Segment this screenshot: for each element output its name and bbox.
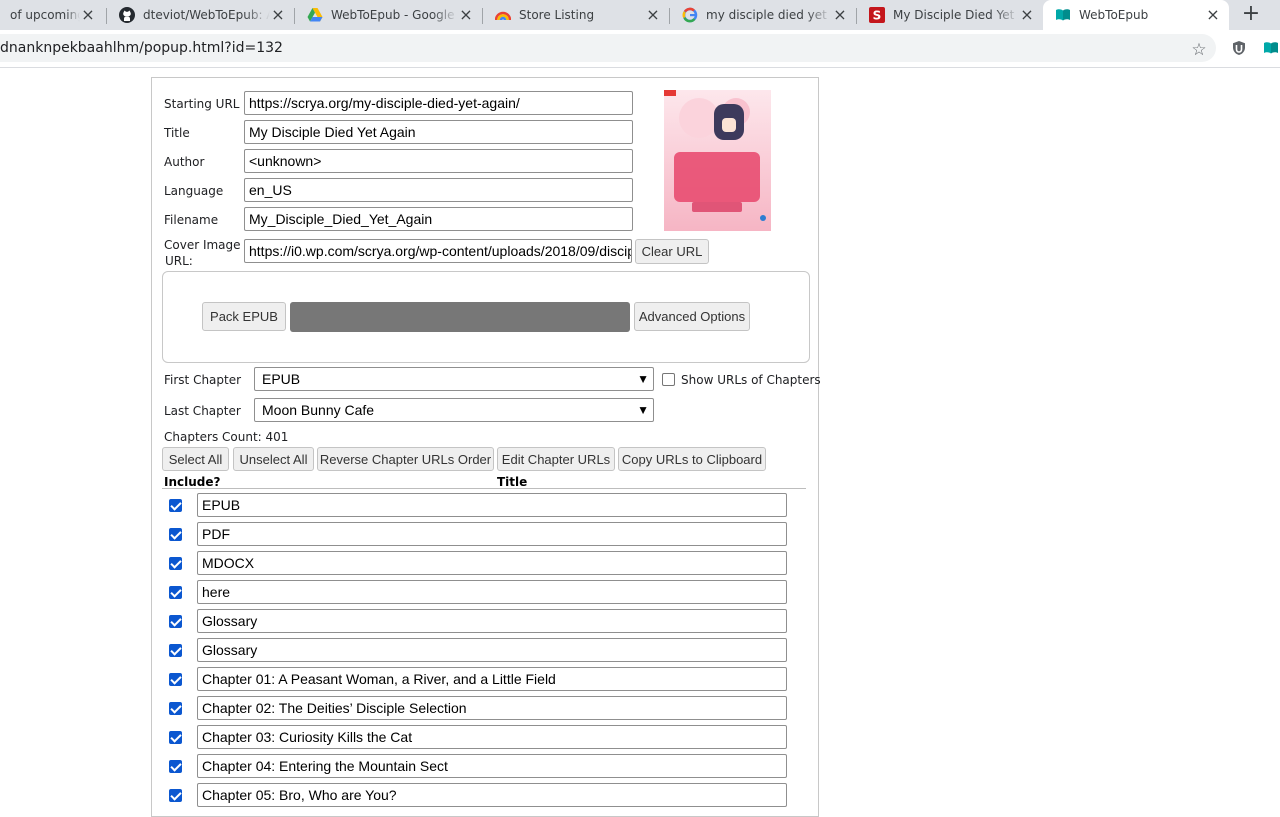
clear-url-button[interactable]: Clear URL <box>635 239 709 264</box>
chapter-include-checkbox[interactable] <box>169 615 182 628</box>
address-text: dnanknpekbaahlhm/popup.html?id=132 <box>0 40 283 56</box>
tab-4[interactable]: my disciple died yet ag × <box>670 0 856 30</box>
cover-image-label-url: URL: <box>165 254 193 268</box>
chapter-title-input[interactable]: Chapter 05: Bro, Who are You? <box>197 783 787 807</box>
first-chapter-value: EPUB <box>262 371 301 387</box>
tab-title: WebToEpub <box>1079 8 1149 22</box>
chapter-include-checkbox[interactable] <box>169 586 182 599</box>
google-icon <box>682 7 698 23</box>
star-icon[interactable]: ☆ <box>1190 42 1208 60</box>
unselect-all-button[interactable]: Unselect All <box>233 447 314 471</box>
tab-2[interactable]: WebToEpub - Google D × <box>295 0 482 30</box>
chapters-count: Chapters Count: 401 <box>164 430 289 444</box>
chapter-title-input[interactable]: Chapter 04: Entering the Mountain Sect <box>197 754 787 778</box>
tab-title: my disciple died yet ag <box>706 8 832 22</box>
tab-3[interactable]: Store Listing × <box>483 0 669 30</box>
chevron-down-icon: ▼ <box>637 403 649 417</box>
tab-0[interactable]: of upcoming ch × <box>0 0 104 30</box>
filename-label: Filename <box>164 213 219 227</box>
new-tab-button[interactable]: + <box>1240 3 1262 26</box>
show-urls-label: Show URLs of Chapters <box>681 373 821 387</box>
include-header: Include? <box>164 475 221 489</box>
tab-title: dteviot/WebToEpub: A <box>143 8 270 22</box>
copy-urls-button[interactable]: Copy URLs to Clipboard <box>618 447 766 471</box>
cover-url-input[interactable]: https://i0.wp.com/scrya.org/wp-content/u… <box>244 239 632 263</box>
chapter-include-checkbox[interactable] <box>169 731 182 744</box>
close-icon[interactable]: × <box>80 7 96 23</box>
title-header: Title <box>497 475 528 489</box>
advanced-options-button[interactable]: Advanced Options <box>634 302 750 331</box>
google-drive-icon <box>307 7 323 23</box>
close-icon[interactable]: × <box>645 7 661 23</box>
cover-image-label: Cover Image <box>164 238 241 252</box>
chapter-title-input[interactable]: MDOCX <box>197 551 787 575</box>
chapter-include-checkbox[interactable] <box>169 499 182 512</box>
chapter-include-checkbox[interactable] <box>169 644 182 657</box>
chevron-down-icon: ▼ <box>637 372 649 386</box>
chapter-title-input[interactable]: PDF <box>197 522 787 546</box>
author-input[interactable]: <unknown> <box>244 149 633 173</box>
rainbow-icon <box>495 7 511 23</box>
close-icon[interactable]: × <box>1019 7 1035 23</box>
tab-title: My Disciple Died Yet Ag <box>893 8 1019 22</box>
edit-chapter-urls-button[interactable]: Edit Chapter URLs <box>497 447 615 471</box>
last-chapter-value: Moon Bunny Cafe <box>262 402 375 418</box>
show-urls-checkbox[interactable] <box>662 373 675 386</box>
header-divider <box>162 488 806 489</box>
shield-icon[interactable] <box>1231 40 1247 56</box>
starting-url-input[interactable]: https://scrya.org/my-disciple-died-yet-a… <box>244 91 633 115</box>
close-icon[interactable]: × <box>832 7 848 23</box>
chapter-title-input[interactable]: Chapter 01: A Peasant Woman, a River, an… <box>197 667 787 691</box>
first-chapter-label: First Chapter <box>164 373 242 387</box>
last-chapter-label: Last Chapter <box>164 404 241 418</box>
close-icon[interactable]: × <box>270 7 286 23</box>
progress-fill <box>290 302 630 332</box>
close-icon[interactable]: × <box>1205 7 1221 23</box>
filename-input[interactable]: My_Disciple_Died_Yet_Again <box>244 207 633 231</box>
book-icon[interactable] <box>1263 40 1279 56</box>
chapter-include-checkbox[interactable] <box>169 760 182 773</box>
chapter-title-input[interactable]: Glossary <box>197 638 787 662</box>
close-icon[interactable]: × <box>458 7 474 23</box>
tab-title: of upcoming ch <box>10 8 80 22</box>
chapter-include-checkbox[interactable] <box>169 673 182 686</box>
reverse-order-button[interactable]: Reverse Chapter URLs Order <box>317 447 494 471</box>
starting-url-label: Starting URL <box>164 97 240 111</box>
title-input[interactable]: My Disciple Died Yet Again <box>244 120 633 144</box>
scrya-icon: S <box>869 7 885 23</box>
tab-webtoepub[interactable]: WebToEpub × <box>1043 0 1229 30</box>
chapter-include-checkbox[interactable] <box>169 528 182 541</box>
address-bar[interactable]: dnanknpekbaahlhm/popup.html?id=132 ☆ <box>0 34 1216 62</box>
chapter-title-input[interactable]: Chapter 03: Curiosity Kills the Cat <box>197 725 787 749</box>
language-input[interactable]: en_US <box>244 178 633 202</box>
author-label: Author <box>164 155 205 169</box>
select-all-button[interactable]: Select All <box>162 447 229 471</box>
tab-title: WebToEpub - Google D <box>331 8 458 22</box>
tab-title: Store Listing <box>519 8 595 22</box>
tab-strip: of upcoming ch × dteviot/WebToEpub: A × … <box>0 0 1280 30</box>
title-label: Title <box>164 126 190 140</box>
book-icon <box>1055 7 1071 23</box>
chapter-title-input[interactable]: EPUB <box>197 493 787 517</box>
chapter-include-checkbox[interactable] <box>169 789 182 802</box>
chapter-title-input[interactable]: Glossary <box>197 609 787 633</box>
svg-text:S: S <box>873 9 882 23</box>
progress-bar <box>290 302 630 332</box>
chapter-include-checkbox[interactable] <box>169 557 182 570</box>
github-icon <box>119 7 135 23</box>
chapter-include-checkbox[interactable] <box>169 702 182 715</box>
last-chapter-select[interactable]: Moon Bunny Cafe ▼ <box>254 398 654 422</box>
browser-toolbar: dnanknpekbaahlhm/popup.html?id=132 ☆ <box>0 30 1280 68</box>
cover-image <box>664 90 771 231</box>
tab-5[interactable]: S My Disciple Died Yet Ag × <box>857 0 1043 30</box>
tab-1[interactable]: dteviot/WebToEpub: A × <box>107 0 294 30</box>
pack-epub-button[interactable]: Pack EPUB <box>202 302 286 331</box>
first-chapter-select[interactable]: EPUB ▼ <box>254 367 654 391</box>
chapter-title-input[interactable]: Chapter 02: The Deities’ Disciple Select… <box>197 696 787 720</box>
chapter-title-input[interactable]: here <box>197 580 787 604</box>
language-label: Language <box>164 184 224 198</box>
